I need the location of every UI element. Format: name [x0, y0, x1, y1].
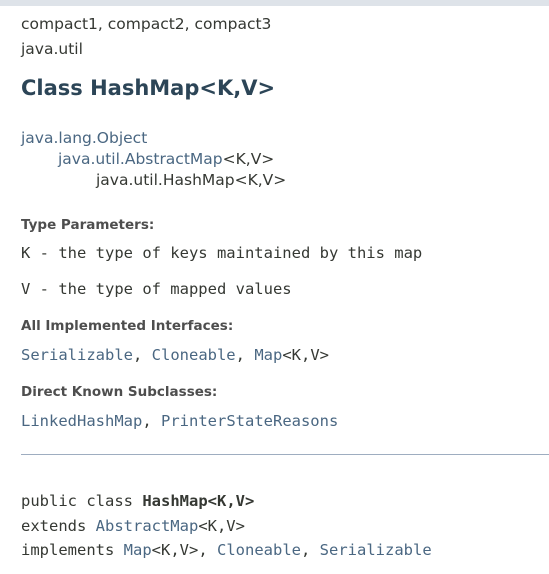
serializable-link[interactable]: Serializable	[21, 346, 133, 364]
declaration-cloneable-link[interactable]: Cloneable	[217, 541, 301, 559]
class-header: compact1, compact2, compact3 java.util C…	[21, 12, 541, 432]
abstractmap-generic: <K,V>	[222, 150, 275, 168]
interfaces-heading: All Implemented Interfaces:	[21, 318, 234, 334]
declaration-modifiers: public class	[21, 492, 143, 510]
declaration-serializable-link[interactable]: Serializable	[320, 541, 432, 559]
type-parameters-heading: Type Parameters:	[21, 217, 155, 233]
separator: ,	[142, 412, 161, 430]
section-divider	[21, 454, 549, 455]
profiles-label: compact1, compact2, compact3	[21, 15, 272, 33]
declaration-class-name: HashMap<K,V>	[142, 492, 255, 510]
declaration-line-1: public class HashMap<K,V>	[21, 489, 432, 514]
declaration-abstractmap-generic: <K,V>	[198, 516, 245, 535]
type-param-k: K - the type of keys maintained by this …	[21, 244, 423, 262]
extends-keyword: extends	[21, 516, 96, 535]
top-header-band	[0, 0, 549, 6]
separator: ,	[301, 541, 320, 559]
type-param-v: V - the type of mapped values	[21, 280, 292, 298]
map-link[interactable]: Map	[254, 346, 282, 364]
map-generic: <K,V>	[282, 346, 329, 364]
cloneable-link[interactable]: Cloneable	[152, 346, 236, 364]
separator: ,	[235, 346, 255, 364]
interfaces-list: Serializable, Cloneable, Map<K,V>	[21, 344, 541, 366]
declaration-abstractmap-link[interactable]: AbstractMap	[96, 517, 199, 535]
subclasses-list: LinkedHashMap, PrinterStateReasons	[21, 410, 541, 432]
abstractmap-link[interactable]: java.util.AbstractMap	[58, 150, 223, 168]
subclasses-heading: Direct Known Subclasses:	[21, 384, 218, 400]
separator: ,	[132, 346, 152, 364]
object-link[interactable]: java.lang.Object	[21, 129, 147, 147]
declaration-line-3: implements Map<K,V>, Cloneable, Serializ…	[21, 538, 432, 563]
linkedhashmap-link[interactable]: LinkedHashMap	[21, 412, 142, 430]
declaration-map-link[interactable]: Map	[124, 541, 152, 559]
declaration-line-2: extends AbstractMap<K,V>	[21, 514, 432, 539]
inheritance-tree: java.lang.Object java.util.AbstractMap<K…	[21, 128, 541, 191]
separator: ,	[198, 541, 217, 559]
current-class-label: java.util.HashMap<K,V>	[96, 171, 287, 189]
declaration-map-generic: <K,V>	[151, 541, 199, 559]
page-title: Class HashMap<K,V>	[21, 76, 276, 100]
package-label: java.util	[21, 40, 83, 58]
implements-keyword: implements	[21, 541, 124, 559]
printerstatereasons-link[interactable]: PrinterStateReasons	[161, 412, 338, 430]
class-declaration: public class HashMap<K,V> extends Abstrac…	[21, 489, 432, 563]
